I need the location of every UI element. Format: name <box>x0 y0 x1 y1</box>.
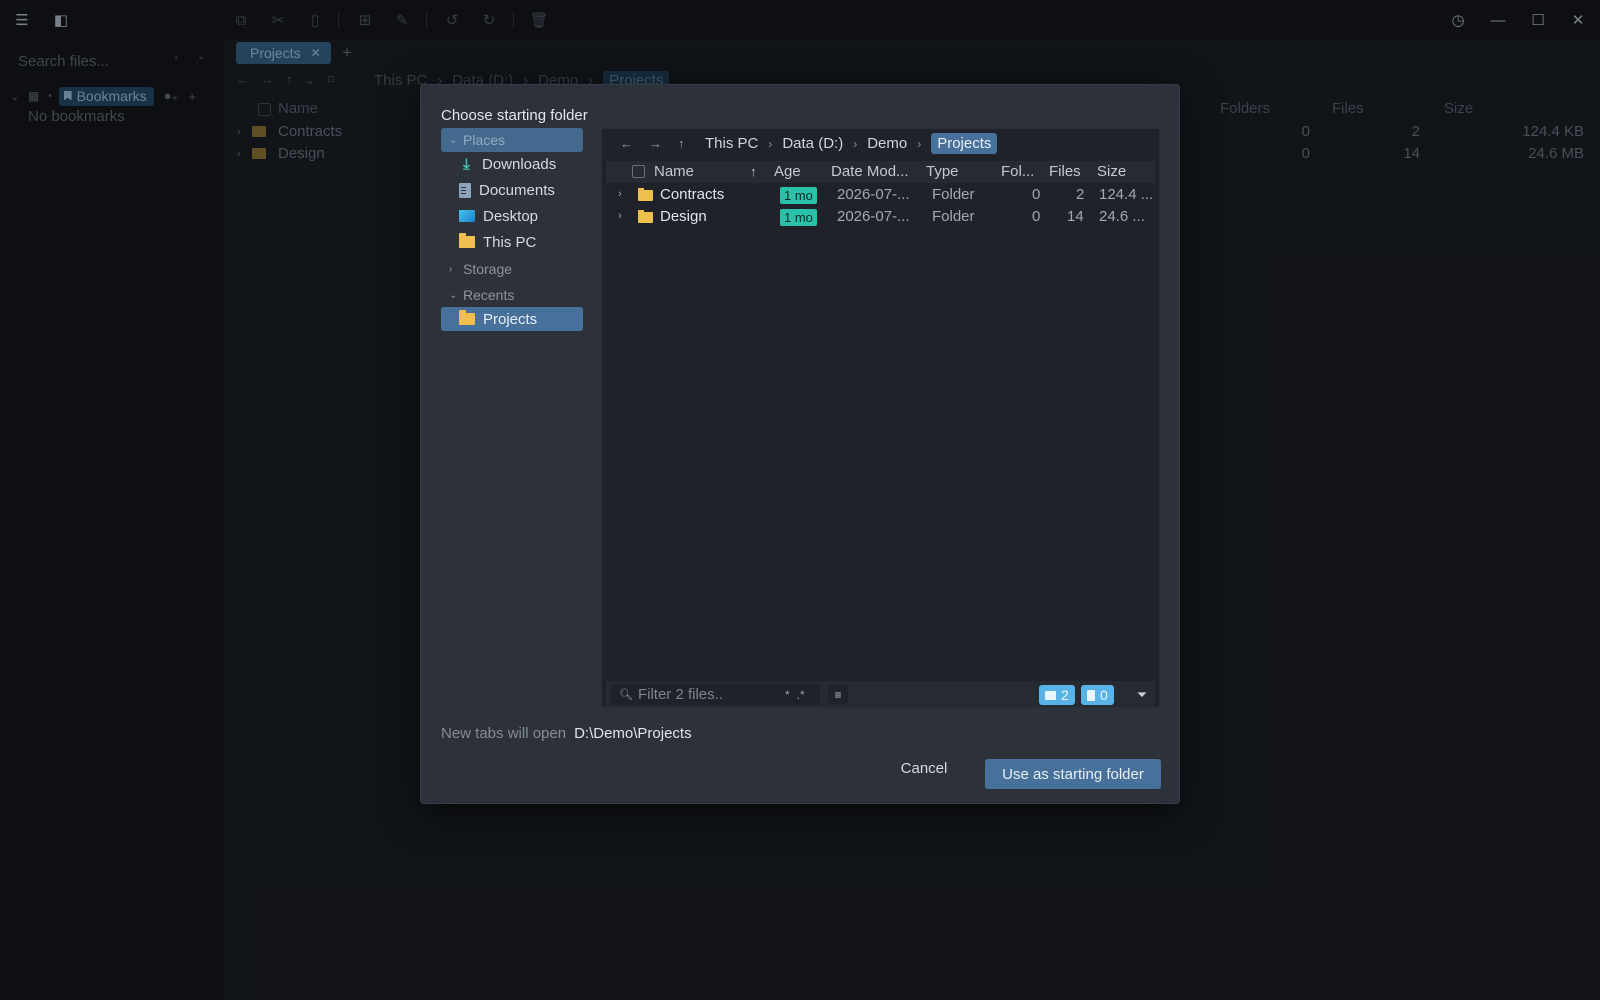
row-size: 124.4 ... <box>1099 186 1154 203</box>
choose-starting-folder-dialog: Choose starting folder ⌄ Places ⤓ Downlo… <box>420 84 1180 804</box>
column-header-folders[interactable]: Fol... <box>1001 163 1034 180</box>
back-icon[interactable]: ← <box>620 136 633 151</box>
chevron-down-icon: ⌄ <box>449 289 458 301</box>
folder-icon <box>638 210 653 223</box>
recents-section-label: Recents <box>463 287 515 303</box>
filter-box: 🔍︎ * .* <box>611 684 820 705</box>
recent-item-label: Projects <box>483 310 538 328</box>
place-item-label: Downloads <box>482 155 557 173</box>
place-item-label: This PC <box>483 233 537 251</box>
place-item-documents[interactable]: Documents <box>441 178 583 202</box>
place-item-desktop[interactable]: Desktop <box>441 204 583 228</box>
places-section-label: Places <box>463 132 506 148</box>
regex-toggle[interactable]: .* <box>797 688 805 702</box>
row-files: 14 <box>1067 208 1084 225</box>
row-type: Folder <box>932 208 975 225</box>
age-badge: 1 mo <box>780 187 817 204</box>
row-name: Design <box>660 208 707 225</box>
breadcrumb-item[interactable]: Data (D:) <box>782 135 843 152</box>
browser-nav: ← → ↑ <box>620 136 685 151</box>
place-item-this-pc[interactable]: This PC <box>441 230 583 254</box>
column-header-size[interactable]: Size <box>1097 163 1126 180</box>
search-icon: 🔍︎ <box>619 689 633 701</box>
folder-icon <box>638 188 653 201</box>
glob-toggle[interactable]: * <box>785 688 790 702</box>
chevron-right-icon: › <box>449 263 453 275</box>
use-as-starting-folder-button[interactable]: Use as starting folder <box>985 759 1161 789</box>
breadcrumb-item[interactable]: Demo <box>867 135 907 152</box>
filter-icon[interactable]: ⏷ <box>1133 686 1151 704</box>
table-header: Name ↑ Age Date Mod... Type Fol... Files… <box>606 161 1155 183</box>
breadcrumb-item[interactable]: This PC <box>705 135 758 152</box>
storage-section-label: Storage <box>463 261 513 277</box>
storage-section-header[interactable]: › Storage <box>441 257 583 281</box>
browser-footer: 🔍︎ * .* ≡ 2 0 ⏷ <box>606 681 1155 707</box>
table-row[interactable]: › Contracts 1 mo 2026-07-... Folder 0 2 … <box>606 184 1155 206</box>
place-item-downloads[interactable]: ⤓ Downloads <box>441 152 583 176</box>
table-row[interactable]: › Design 1 mo 2026-07-... Folder 0 14 24… <box>606 206 1155 228</box>
list-view-icon[interactable]: ≡ <box>828 685 848 704</box>
chevron-right-icon[interactable]: › <box>618 188 622 200</box>
filter-input[interactable] <box>637 686 778 703</box>
select-all-checkbox[interactable] <box>632 165 645 178</box>
status-label: New tabs will open <box>441 725 567 742</box>
places-panel: ⌄ Places ⤓ Downloads Documents Desktop T… <box>441 128 584 708</box>
row-size: 24.6 ... <box>1099 208 1145 225</box>
row-name: Contracts <box>660 186 725 203</box>
sort-ascending-icon[interactable]: ↑ <box>750 164 757 179</box>
file-count-badge[interactable]: 0 <box>1081 685 1114 705</box>
forward-icon[interactable]: → <box>649 136 662 151</box>
folder-browser: ← → ↑ This PC › Data (D:) › Demo › Proje… <box>601 128 1160 708</box>
column-header-files[interactable]: Files <box>1049 163 1081 180</box>
column-header-type[interactable]: Type <box>926 163 959 180</box>
status-path: D:\Demo\Projects <box>574 725 692 742</box>
folder-icon <box>459 233 475 248</box>
breadcrumb-separator-icon: › <box>853 136 858 151</box>
recents-section-header[interactable]: ⌄ Recents <box>441 283 583 307</box>
download-icon: ⤓ <box>463 155 470 173</box>
desktop-icon <box>459 210 475 222</box>
row-folders: 0 <box>1032 208 1041 225</box>
row-type: Folder <box>932 186 975 203</box>
folder-icon <box>1045 690 1056 700</box>
breadcrumb-separator-icon: › <box>917 136 922 151</box>
chevron-down-icon: ⌄ <box>449 134 458 146</box>
folder-count: 2 <box>1061 687 1069 703</box>
age-badge: 1 mo <box>780 209 817 226</box>
up-icon[interactable]: ↑ <box>678 136 685 151</box>
column-header-age[interactable]: Age <box>774 163 801 180</box>
place-item-label: Documents <box>479 181 555 199</box>
recent-item-projects[interactable]: Projects <box>441 307 583 331</box>
row-files: 2 <box>1076 186 1085 203</box>
folder-count-badge[interactable]: 2 <box>1039 685 1075 705</box>
places-section-header[interactable]: ⌄ Places <box>441 128 583 152</box>
cancel-button[interactable]: Cancel <box>897 756 951 780</box>
dialog-title: Choose starting folder <box>441 107 588 124</box>
breadcrumb-separator-icon: › <box>768 136 773 151</box>
place-item-label: Desktop <box>483 207 539 225</box>
row-folders: 0 <box>1032 186 1041 203</box>
file-count: 0 <box>1100 687 1108 703</box>
starting-folder-status: New tabs will open D:\Demo\Projects <box>441 725 692 742</box>
folder-icon <box>459 310 475 325</box>
row-date-modified: 2026-07-... <box>837 186 910 203</box>
chevron-right-icon[interactable]: › <box>618 210 622 222</box>
breadcrumb: This PC › Data (D:) › Demo › Projects <box>705 133 998 154</box>
column-header-date-modified[interactable]: Date Mod... <box>831 163 909 180</box>
document-icon <box>459 182 471 198</box>
file-icon <box>1087 689 1095 701</box>
breadcrumb-item-current[interactable]: Projects <box>931 133 998 154</box>
column-header-name[interactable]: Name <box>654 163 694 180</box>
row-date-modified: 2026-07-... <box>837 208 910 225</box>
